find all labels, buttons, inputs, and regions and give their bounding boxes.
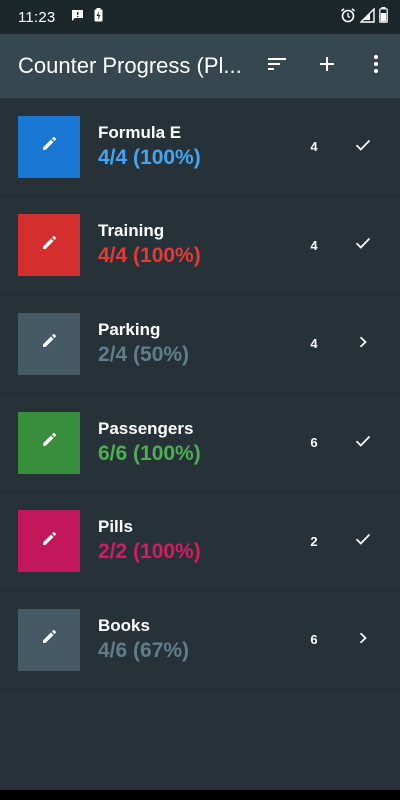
counter-list: Formula E 4/4 (100%) 4 Training 4/4 (100%) 4 P…	[0, 98, 400, 690]
navigation-bar	[0, 790, 400, 800]
completed-button[interactable]	[346, 426, 380, 460]
counter-progress: 4/6 (67%)	[98, 638, 190, 662]
add-icon	[320, 56, 334, 76]
counter-target: 4	[310, 237, 318, 253]
open-counter-button[interactable]	[346, 327, 380, 361]
counter-row[interactable]: Parking 2/4 (50%) 4	[0, 295, 400, 394]
counter-name: Passengers	[98, 418, 194, 438]
pencil-icon	[41, 531, 57, 552]
chevron-right-icon	[359, 631, 367, 649]
counter-name: Formula E	[98, 122, 182, 142]
check-icon	[355, 532, 371, 550]
sort-icon	[268, 57, 286, 75]
counter-row[interactable]: Books 4/6 (67%) 6	[0, 591, 400, 690]
counter-progress: 2/4 (50%)	[98, 342, 190, 366]
overflow-menu-button[interactable]	[352, 34, 400, 98]
add-counter-button[interactable]	[302, 34, 352, 98]
counter-progress: 6/6 (100%)	[98, 441, 201, 465]
counter-row[interactable]: Pills 2/2 (100%) 2	[0, 492, 400, 591]
sort-button[interactable]	[252, 34, 302, 98]
edit-counter-button[interactable]	[18, 214, 80, 277]
counter-target: 4	[310, 139, 318, 155]
counter-name: Pills	[98, 517, 133, 537]
edit-counter-button[interactable]	[18, 608, 80, 671]
pencil-icon	[41, 629, 57, 650]
completed-button[interactable]	[346, 130, 380, 164]
signal-icon	[359, 6, 375, 27]
battery-charging-small-icon	[94, 8, 103, 26]
check-icon	[355, 236, 371, 254]
status-time: 11:23	[18, 8, 56, 26]
more-vert-icon	[374, 54, 378, 78]
counter-target: 4	[310, 336, 318, 352]
check-icon	[355, 434, 371, 452]
app-bar: Counter Progress (Pl...	[0, 34, 400, 98]
counter-target: 6	[310, 632, 318, 648]
counter-row[interactable]: Passengers 6/6 (100%) 6	[0, 394, 400, 493]
edit-counter-button[interactable]	[18, 115, 80, 178]
counter-progress: 4/4 (100%)	[98, 145, 201, 169]
counter-target: 2	[310, 533, 318, 549]
status-bar: 11:23	[0, 0, 400, 34]
counter-progress: 4/4 (100%)	[98, 244, 201, 268]
edit-counter-button[interactable]	[18, 411, 80, 474]
completed-button[interactable]	[346, 524, 380, 558]
pencil-icon	[41, 136, 57, 157]
chevron-right-icon	[359, 335, 367, 353]
message-icon	[71, 9, 84, 26]
counter-name: Books	[98, 615, 150, 635]
check-icon	[355, 138, 371, 156]
pencil-icon	[41, 235, 57, 256]
counter-progress: 2/2 (100%)	[98, 540, 201, 564]
completed-button[interactable]	[346, 228, 380, 262]
counter-row[interactable]: Formula E 4/4 (100%) 4	[0, 98, 400, 197]
pencil-icon	[41, 333, 57, 354]
edit-counter-button[interactable]	[18, 510, 80, 573]
pencil-icon	[41, 432, 57, 453]
open-counter-button[interactable]	[346, 623, 380, 657]
counter-row[interactable]: Training 4/4 (100%) 4	[0, 197, 400, 296]
counter-target: 6	[310, 435, 318, 451]
alarm-icon	[340, 7, 356, 27]
counter-name: Training	[98, 221, 165, 241]
app-title: Counter Progress (Pl...	[18, 53, 242, 78]
battery-icon	[379, 7, 388, 27]
edit-counter-button[interactable]	[18, 312, 80, 375]
counter-name: Parking	[98, 319, 161, 339]
